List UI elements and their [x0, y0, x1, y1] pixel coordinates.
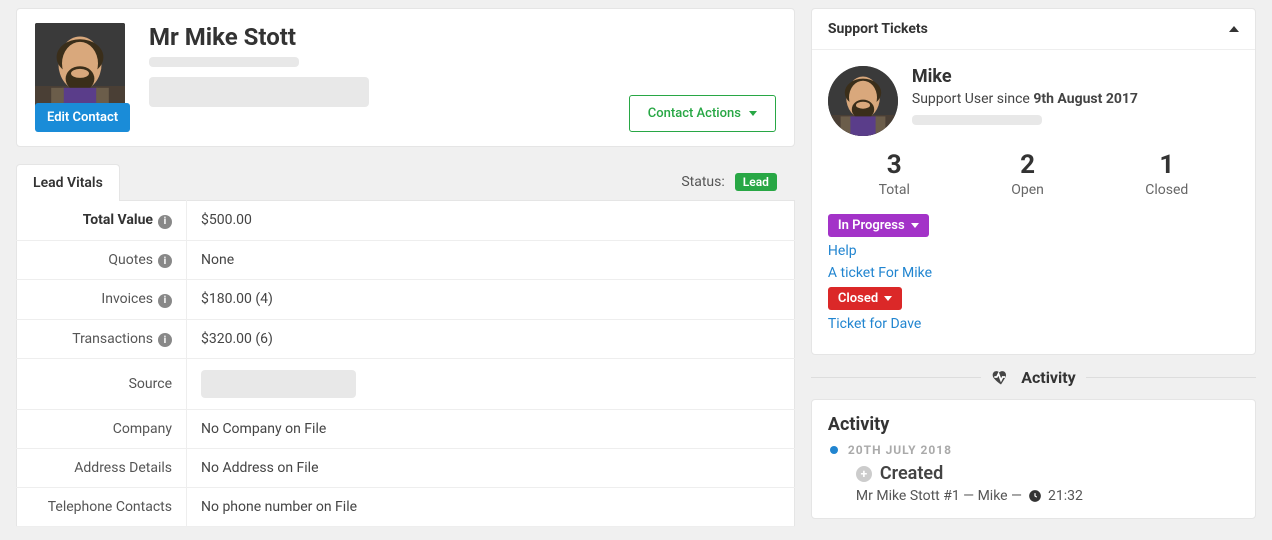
vitals-row-company: Company No Company on File — [17, 410, 795, 449]
vitals-row-quotes: Quotesi None — [17, 240, 795, 280]
source-placeholder — [201, 370, 356, 398]
activity-title: Activity — [828, 414, 1239, 435]
ticket-link[interactable]: Help — [828, 243, 1239, 259]
stat-num: 3 — [879, 150, 910, 180]
info-icon[interactable]: i — [158, 215, 172, 229]
in-progress-badge[interactable]: In Progress — [828, 214, 929, 237]
stat-label: Total — [879, 182, 910, 198]
vitals-label: Quotes — [108, 252, 153, 268]
support-since-prefix: Support User since — [912, 91, 1033, 107]
vitals-label: Company — [113, 421, 172, 437]
info-icon[interactable]: i — [158, 333, 172, 347]
contact-actions-button[interactable]: Contact Actions — [629, 95, 776, 132]
vitals-value: No phone number on File — [187, 488, 795, 527]
clock-icon — [1028, 489, 1042, 503]
support-since: Support User since 9th August 2017 — [912, 91, 1138, 107]
vitals-row-telephone: Telephone Contacts No phone number on Fi… — [17, 488, 795, 527]
stat-open: 2 Open — [1011, 150, 1044, 198]
stat-closed: 1 Closed — [1145, 150, 1188, 198]
vitals-label: Transactions — [72, 331, 153, 347]
closed-badge[interactable]: Closed — [828, 287, 902, 310]
vitals-value: No Company on File — [187, 410, 795, 449]
vitals-value: None — [187, 240, 795, 280]
activity-divider: Activity — [811, 367, 1256, 387]
heartbeat-icon — [991, 367, 1011, 387]
contact-name: Mr Mike Stott — [149, 23, 776, 51]
vitals-label: Telephone Contacts — [48, 499, 172, 515]
caret-down-icon — [749, 111, 757, 116]
tab-lead-vitals[interactable]: Lead Vitals — [16, 164, 120, 201]
support-user-avatar — [828, 66, 898, 136]
vitals-row-total-value: Total Value i $500.00 — [17, 201, 795, 241]
caret-down-icon — [884, 296, 892, 301]
plus-circle-icon: + — [856, 466, 872, 482]
support-tickets-panel: Support Tickets Mike Support User since … — [811, 8, 1256, 355]
stat-label: Closed — [1145, 182, 1188, 198]
support-user-name: Mike — [912, 66, 1138, 87]
info-icon[interactable]: i — [158, 294, 172, 308]
placeholder-subtitle — [149, 57, 299, 67]
vitals-value: $500.00 — [187, 201, 795, 241]
vitals-row-address: Address Details No Address on File — [17, 449, 795, 488]
stat-total: 3 Total — [879, 150, 910, 198]
event-title: Created — [880, 463, 943, 484]
closed-label: Closed — [838, 291, 878, 306]
event-subject: Mr Mike Stott #1 — Mike — — [856, 488, 1022, 504]
support-since-date: 9th August 2017 — [1033, 91, 1138, 107]
vitals-label: Total Value — [83, 212, 153, 228]
stat-label: Open — [1011, 182, 1044, 198]
vitals-label: Invoices — [101, 291, 153, 307]
vitals-value: No Address on File — [187, 449, 795, 488]
stat-num: 2 — [1011, 150, 1044, 180]
info-icon[interactable]: i — [158, 254, 172, 268]
contact-actions-label: Contact Actions — [648, 106, 741, 121]
vitals-row-invoices: Invoices i $180.00 (4) — [17, 280, 795, 320]
vitals-label: Address Details — [74, 460, 172, 476]
support-panel-header[interactable]: Support Tickets — [812, 9, 1255, 50]
lead-vitals-section: Lead Vitals Status: Lead Total Value i $5… — [16, 163, 795, 527]
vitals-row-source: Source — [17, 359, 795, 410]
vitals-row-transactions: Transactions i $320.00 (6) — [17, 319, 795, 359]
contact-header-card: Mr Mike Stott Edit Contact Contact Actio… — [16, 8, 795, 147]
ticket-link[interactable]: Ticket for Dave — [828, 316, 1239, 332]
vitals-value: $180.00 (4) — [187, 280, 795, 320]
activity-panel: Activity 20TH JULY 2018 + Created Mr Mik… — [811, 399, 1256, 519]
in-progress-label: In Progress — [838, 218, 905, 233]
vitals-value: $320.00 (6) — [187, 319, 795, 359]
support-panel-title: Support Tickets — [828, 21, 928, 37]
activity-divider-label: Activity — [1021, 368, 1076, 387]
support-placeholder — [912, 115, 1042, 125]
stat-num: 1 — [1145, 150, 1188, 180]
edit-contact-button[interactable]: Edit Contact — [35, 103, 130, 132]
timeline-date: 20TH JULY 2018 — [848, 443, 1239, 457]
status-badge: Lead — [735, 173, 777, 191]
caret-down-icon — [911, 223, 919, 228]
ticket-link[interactable]: A ticket For Mike — [828, 265, 1239, 281]
chevron-up-icon — [1229, 26, 1239, 32]
event-time: 21:32 — [1048, 488, 1083, 504]
vitals-label: Source — [129, 376, 172, 392]
status-label: Status: — [681, 174, 724, 190]
